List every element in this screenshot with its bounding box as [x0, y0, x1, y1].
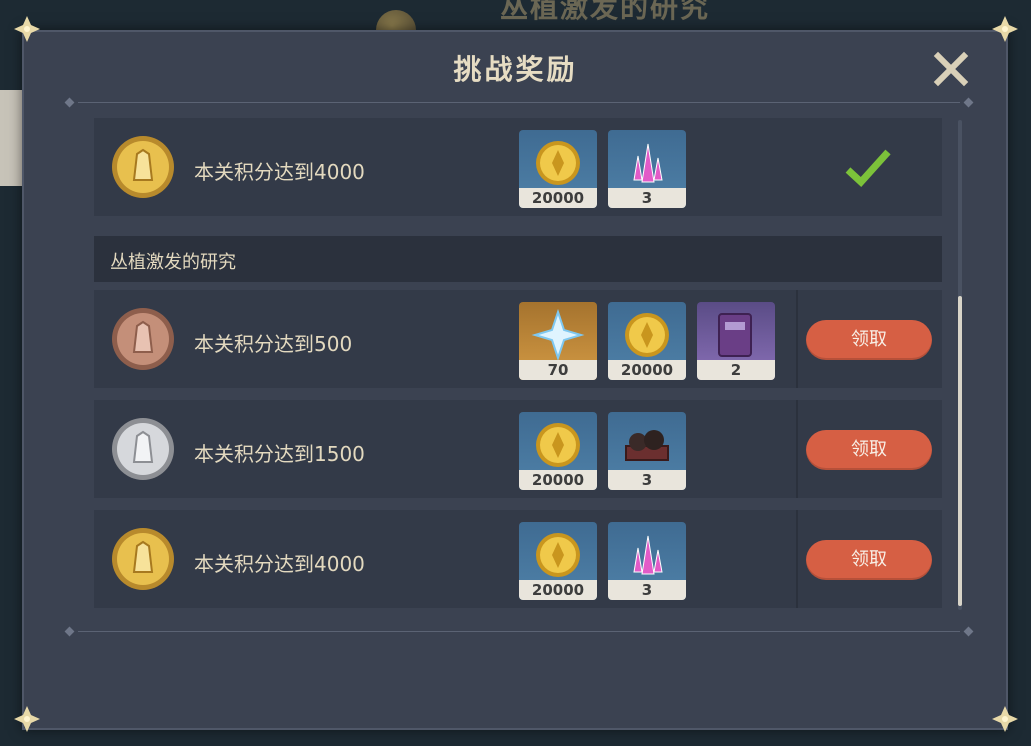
reward-count: 3	[608, 470, 686, 490]
close-icon	[933, 51, 969, 87]
background-title: 丛植激发的研究	[500, 0, 711, 24]
corner-ornament-icon	[990, 704, 1020, 734]
reward-count: 3	[608, 188, 686, 208]
reward-count: 20000	[519, 188, 597, 208]
gold-medal-icon	[110, 134, 176, 200]
row-label: 本关积分达到4000	[194, 552, 365, 576]
gold-medal-icon	[110, 526, 176, 592]
close-button[interactable]	[932, 50, 970, 88]
reward-row: 本关积分达到1500 20000 3 领取	[94, 400, 942, 498]
bottom-divider	[64, 626, 974, 637]
reward-item[interactable]: 3	[608, 522, 686, 600]
completed-check-icon	[844, 148, 892, 188]
top-divider	[64, 97, 974, 108]
purple-book-icon	[709, 308, 763, 362]
bronze-medal-icon	[110, 306, 176, 372]
reward-item[interactable]: 3	[608, 130, 686, 208]
reward-count: 20000	[519, 470, 597, 490]
reward-item[interactable]: 70	[519, 302, 597, 380]
row-label: 本关积分达到500	[194, 332, 353, 356]
reward-count: 3	[608, 580, 686, 600]
reward-item[interactable]: 2	[697, 302, 775, 380]
corner-ornament-icon	[990, 14, 1020, 44]
claim-button[interactable]: 领取	[806, 540, 932, 580]
reward-item[interactable]: 3	[608, 412, 686, 490]
mora-coin-icon	[531, 136, 585, 190]
section-header: 丛植激发的研究	[94, 236, 942, 282]
pink-crystal-icon	[620, 528, 674, 582]
mora-coin-icon	[620, 308, 674, 362]
mora-coin-icon	[531, 528, 585, 582]
corner-ornament-icon	[12, 14, 42, 44]
row-label: 本关积分达到1500	[194, 442, 365, 466]
silver-medal-icon	[110, 416, 176, 482]
reward-count: 20000	[519, 580, 597, 600]
claim-button[interactable]: 领取	[806, 320, 932, 360]
scrollbar-thumb[interactable]	[958, 296, 962, 606]
reward-item[interactable]: 20000	[519, 522, 597, 600]
reward-count: 20000	[608, 360, 686, 380]
reward-count: 2	[697, 360, 775, 380]
pink-crystal-icon	[620, 136, 674, 190]
reward-count: 70	[519, 360, 597, 380]
dialog-title: 挑战奖励	[453, 53, 578, 86]
background-panel	[0, 90, 22, 186]
row-label: 本关积分达到4000	[194, 160, 365, 184]
mora-coin-icon	[531, 418, 585, 472]
reward-row: 本关积分达到4000 20000 3 领取	[94, 510, 942, 608]
reward-item[interactable]: 20000	[519, 130, 597, 208]
reward-item[interactable]: 20000	[519, 412, 597, 490]
section-title: 丛植激发的研究	[110, 252, 236, 273]
primogem-icon	[531, 308, 585, 362]
ore-cart-icon	[620, 418, 674, 472]
reward-row: 本关积分达到4000 20000 3	[94, 118, 942, 216]
claim-button[interactable]: 领取	[806, 430, 932, 470]
reward-item[interactable]: 20000	[608, 302, 686, 380]
corner-ornament-icon	[12, 704, 42, 734]
reward-row: 本关积分达到500 70 20000 2 领取	[94, 290, 942, 388]
